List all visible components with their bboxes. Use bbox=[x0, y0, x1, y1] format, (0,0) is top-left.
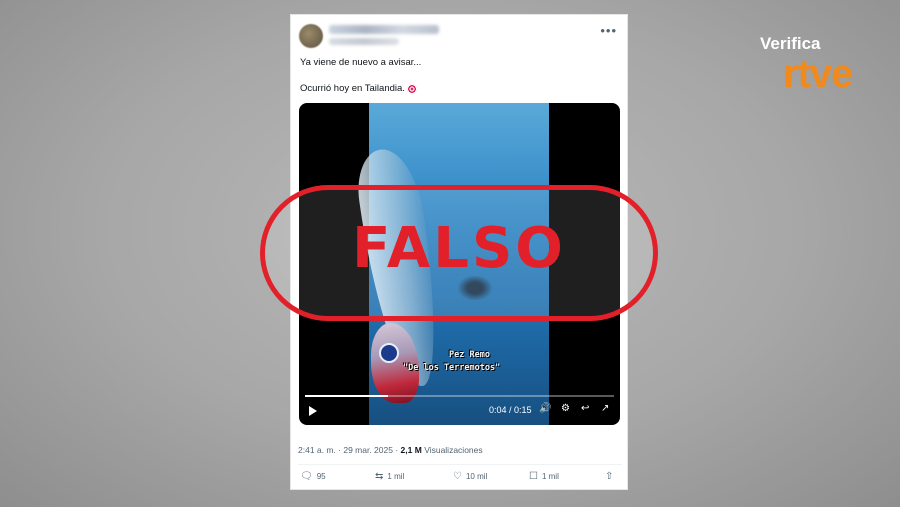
video-caption-line-1: Pez Remo bbox=[449, 350, 490, 360]
video-progress-bar[interactable] bbox=[305, 395, 614, 397]
bookmark-count: 1 mil bbox=[541, 472, 559, 481]
video-progress-fill bbox=[305, 395, 389, 397]
reply-icon: 🗨 bbox=[300, 471, 313, 482]
views-label: Visualizaciones bbox=[424, 445, 483, 455]
tweet-timestamp[interactable]: 2:41 a. m. · 29 mar. 2025 · bbox=[298, 445, 398, 455]
play-icon[interactable] bbox=[309, 406, 317, 416]
blurred-author-name bbox=[329, 25, 439, 34]
bookmark-button[interactable]: ☐ 1 mil bbox=[529, 471, 559, 482]
falso-stamp-text: FALSO bbox=[352, 216, 566, 281]
bookmark-icon: ☐ bbox=[529, 471, 538, 482]
settings-icon[interactable]: ⚙ bbox=[561, 403, 570, 414]
share-icon: ⇧ bbox=[605, 471, 614, 482]
video-time: 0:04 / 0:15 bbox=[489, 405, 532, 415]
repost-count: 1 mil bbox=[387, 472, 405, 481]
tweet-text-line-2-label: Ocurrió hoy en Tailandia. bbox=[300, 83, 405, 94]
divider bbox=[298, 464, 622, 465]
falso-stamp: FALSO bbox=[260, 185, 658, 321]
rtve-logo: rtve bbox=[783, 52, 853, 96]
tweet-text-line-2: Ocurrió hoy en Tailandia. bbox=[300, 83, 417, 94]
video-caption-line-2: "De los Terremotos" bbox=[403, 363, 501, 373]
avatar[interactable] bbox=[299, 24, 323, 48]
more-options-icon[interactable]: ••• bbox=[600, 23, 617, 38]
reply-count: 95 bbox=[316, 472, 326, 481]
pip-icon[interactable]: ↩ bbox=[581, 403, 589, 414]
reply-button[interactable]: 🗨 95 bbox=[300, 471, 326, 482]
tweet-text-line-1: Ya viene de nuevo a avisar... bbox=[300, 57, 422, 68]
repost-button[interactable]: ⇆ 1 mil bbox=[375, 471, 404, 482]
target-icon bbox=[406, 83, 417, 94]
share-button[interactable]: ⇧ bbox=[605, 471, 613, 482]
like-button[interactable]: ♡ 10 mil bbox=[453, 471, 487, 482]
blurred-author-handle bbox=[329, 38, 399, 45]
tweet-meta: 2:41 a. m. · 29 mar. 2025 · 2,1 M Visual… bbox=[298, 445, 483, 455]
repost-icon: ⇆ bbox=[375, 471, 384, 482]
like-count: 10 mil bbox=[465, 472, 488, 481]
views-count: 2,1 M bbox=[400, 445, 422, 455]
dive-gauge bbox=[379, 343, 399, 363]
heart-icon: ♡ bbox=[453, 471, 462, 482]
volume-icon[interactable]: 🔊 bbox=[539, 403, 551, 414]
fullscreen-icon[interactable]: ↗ bbox=[601, 403, 609, 414]
tweet-actions: 🗨 95 ⇆ 1 mil ♡ 10 mil ☐ 1 mil ⇧ bbox=[291, 471, 627, 487]
brand-verifica-label: Verifica bbox=[760, 34, 821, 53]
